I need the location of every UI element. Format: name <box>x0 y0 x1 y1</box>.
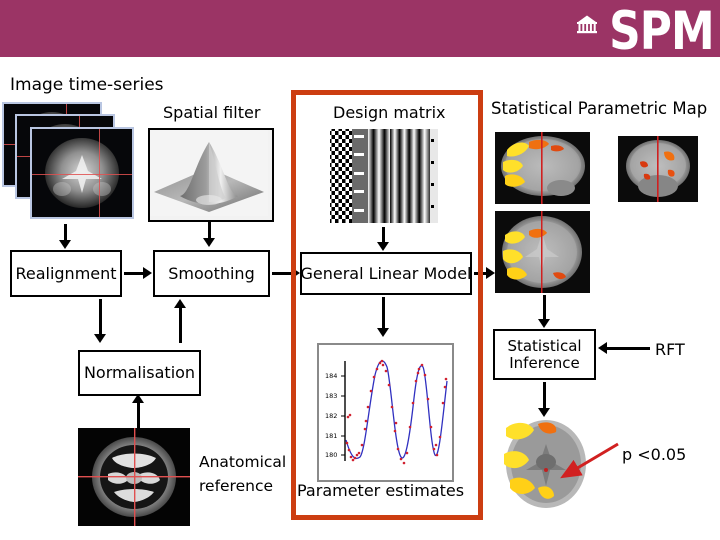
spm-logo-text: SPM <box>609 1 715 62</box>
label-design-matrix: Design matrix <box>333 103 446 122</box>
label-spatial-filter: Spatial filter <box>163 103 261 122</box>
p-value-pointer-arrow <box>560 442 619 479</box>
header-banner: SPM <box>0 0 720 62</box>
image-time-series-stack <box>2 102 142 222</box>
arrow-rft-to-statistical-inference <box>606 347 650 350</box>
arrowhead-right <box>291 267 300 279</box>
svg-text:180: 180 <box>325 451 337 459</box>
slide-canvas: SPM Image time-series Spatial filter Des… <box>0 0 720 540</box>
arrow-inference-to-result <box>543 382 546 409</box>
box-statistical-inference-line2: Inference <box>509 353 580 372</box>
label-rft: RFT <box>655 340 685 359</box>
spm-coronal-slice <box>618 136 698 202</box>
arrowhead-down <box>538 319 550 328</box>
arrowhead-down <box>94 334 106 343</box>
box-smoothing-label: Smoothing <box>168 263 255 283</box>
box-realignment[interactable]: Realignment <box>10 250 122 297</box>
label-anatomical-reference-line2: reference <box>199 477 274 495</box>
arrow-spatialfilter-to-smoothing <box>208 220 211 239</box>
box-statistical-inference[interactable]: Statistical Inference <box>493 329 596 380</box>
box-smoothing[interactable]: Smoothing <box>153 250 270 297</box>
spm-logo: SPM <box>576 0 715 62</box>
spm-sagittal-slice <box>495 132 590 204</box>
label-anatomical-reference-line1: Anatomical <box>199 453 287 471</box>
crosshair-vertical <box>99 129 101 217</box>
arrow-normalisation-to-smoothing <box>179 307 182 343</box>
arrow-anatomical-to-normalisation <box>137 402 140 428</box>
svg-text:184: 184 <box>325 372 337 380</box>
box-normalisation[interactable]: Normalisation <box>78 350 201 396</box>
label-image-time-series: Image time-series <box>10 75 164 95</box>
arrowhead-down <box>377 328 389 337</box>
arrow-realignment-to-normalisation <box>99 299 102 335</box>
brain-slice-front <box>30 127 134 219</box>
box-general-linear-model-label: General Linear Model <box>300 263 472 283</box>
design-matrix-image <box>328 127 440 225</box>
arrowhead-down <box>538 408 550 417</box>
box-realignment-label: Realignment <box>15 263 117 283</box>
label-statistical-parametric-map: Statistical Parametric Map <box>491 99 708 118</box>
svg-text:181: 181 <box>325 432 337 440</box>
box-normalisation-label: Normalisation <box>83 363 196 383</box>
arrowhead-right <box>486 267 495 279</box>
box-general-linear-model[interactable]: General Linear Model <box>300 252 472 295</box>
parameter-estimates-plot: 184 183 182 181 180 <box>317 343 454 482</box>
spm-axial-slice <box>495 211 590 293</box>
box-statistical-inference-line1: Statistical <box>507 337 582 355</box>
arrowhead-down <box>59 240 71 249</box>
arrow-smoothing-to-glm <box>272 272 292 275</box>
arrowhead-up <box>174 299 186 308</box>
svg-text:183: 183 <box>325 392 337 400</box>
arrowhead-left <box>598 342 607 354</box>
arrowhead-down <box>377 242 389 251</box>
anatomical-reference-image <box>78 428 190 526</box>
arrow-timeseries-to-realignment <box>64 224 67 241</box>
institution-building-icon <box>576 14 598 36</box>
arrowhead-up <box>132 394 144 403</box>
label-parameter-estimates: Parameter estimates <box>297 481 465 500</box>
arrow-designmatrix-to-glm <box>382 227 385 243</box>
arrow-glm-to-parameter-estimates <box>382 297 385 329</box>
arrow-spm-to-statistical-inference <box>543 295 546 320</box>
spatial-filter-kernel-plot <box>148 128 274 222</box>
arrowhead-right <box>143 267 152 279</box>
crosshair-horizontal <box>32 174 132 176</box>
svg-text:182: 182 <box>325 412 337 420</box>
arrowhead-down <box>203 238 215 247</box>
arrow-realignment-to-smoothing <box>124 272 144 275</box>
